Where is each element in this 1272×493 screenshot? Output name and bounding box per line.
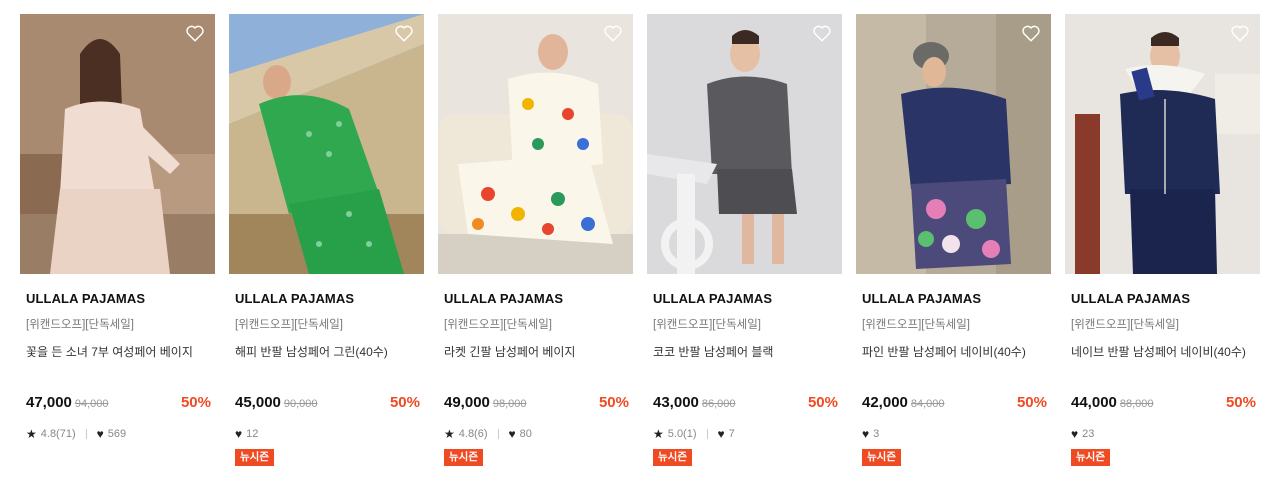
rating: 5.0(1) bbox=[667, 428, 697, 440]
product-card[interactable]: ULLALA PAJAMAS [위캔드오프][단독세일] 코코 반팔 남성페어 … bbox=[647, 14, 842, 466]
wishlist-heart-icon[interactable] bbox=[811, 22, 833, 44]
review-meta: ♥ 23 bbox=[1065, 427, 1260, 441]
promo-tags: [위캔드오프][단독세일] bbox=[444, 319, 552, 331]
heart-filled-icon: ♥ bbox=[235, 427, 243, 441]
heart-filled-icon: ♥ bbox=[862, 427, 870, 441]
rating: 4.8(71) bbox=[40, 428, 76, 440]
like-count: 569 bbox=[107, 428, 127, 440]
discount-rate: 50% bbox=[1225, 394, 1256, 411]
product-image[interactable] bbox=[856, 14, 1051, 274]
product-photo bbox=[1065, 14, 1260, 274]
product-card[interactable]: ULLALA PAJAMAS [위캔드오프][단독세일] 라켓 긴팔 남성페어 … bbox=[438, 14, 633, 466]
like-count: 12 bbox=[246, 428, 259, 440]
price-row: 49,000 98,000 50% bbox=[438, 394, 633, 411]
new-season-badge: 뉴시즌 bbox=[1071, 449, 1110, 466]
price-row: 45,000 90,000 50% bbox=[229, 394, 424, 411]
review-meta: ★ 4.8(6) ♥ 80 bbox=[438, 427, 633, 441]
promo-tags: [위캔드오프][단독세일] bbox=[235, 319, 343, 331]
heart-filled-icon: ♥ bbox=[1071, 427, 1079, 441]
price-row: 47,000 94,000 50% bbox=[20, 394, 215, 411]
product-photo bbox=[20, 14, 215, 274]
like-count: 7 bbox=[728, 428, 735, 440]
review-meta: ★ 5.0(1) ♥ 7 bbox=[647, 427, 842, 441]
brand-name[interactable]: ULLALA PAJAMAS bbox=[647, 291, 842, 306]
product-name[interactable]: 라켓 긴팔 남성페어 베이지 bbox=[438, 343, 633, 360]
new-season-badge: 뉴시즌 bbox=[444, 449, 483, 466]
original-price: 98,000 bbox=[492, 398, 527, 410]
sale-price: 43,000 bbox=[653, 394, 699, 411]
sale-price: 42,000 bbox=[862, 394, 908, 411]
discount-rate: 50% bbox=[1016, 394, 1047, 411]
product-card[interactable]: ULLALA PAJAMAS [위캔드오프][단독세일] 꽃을 든 소녀 7부 … bbox=[20, 14, 215, 466]
price-row: 44,000 88,000 50% bbox=[1065, 394, 1260, 411]
product-grid: ULLALA PAJAMAS [위캔드오프][단독세일] 꽃을 든 소녀 7부 … bbox=[20, 14, 1260, 466]
product-photo bbox=[647, 14, 842, 274]
brand-name[interactable]: ULLALA PAJAMAS bbox=[20, 291, 215, 306]
divider bbox=[706, 429, 708, 439]
sale-price: 49,000 bbox=[444, 394, 490, 411]
product-photo bbox=[438, 14, 633, 274]
brand-name[interactable]: ULLALA PAJAMAS bbox=[438, 291, 633, 306]
product-name[interactable]: 코코 반팔 남성페어 블랙 bbox=[647, 343, 842, 360]
original-price: 86,000 bbox=[701, 398, 736, 410]
brand-name[interactable]: ULLALA PAJAMAS bbox=[1065, 291, 1260, 306]
original-price: 88,000 bbox=[1119, 398, 1154, 410]
product-image[interactable] bbox=[1065, 14, 1260, 274]
like-count: 3 bbox=[873, 428, 880, 440]
new-season-badge: 뉴시즌 bbox=[862, 449, 901, 466]
product-name[interactable]: 네이브 반팔 남성페어 네이비(40수) bbox=[1065, 343, 1260, 360]
sale-price: 47,000 bbox=[26, 394, 72, 411]
brand-name[interactable]: ULLALA PAJAMAS bbox=[229, 291, 424, 306]
star-icon: ★ bbox=[653, 427, 664, 441]
promo-tags: [위캔드오프][단독세일] bbox=[26, 319, 134, 331]
sale-price: 44,000 bbox=[1071, 394, 1117, 411]
like-count: 23 bbox=[1082, 428, 1095, 440]
product-card[interactable]: ULLALA PAJAMAS [위캔드오프][단독세일] 해피 반팔 남성페어 … bbox=[229, 14, 424, 466]
product-name[interactable]: 파인 반팔 남성페어 네이비(40수) bbox=[856, 343, 1051, 360]
discount-rate: 50% bbox=[598, 394, 629, 411]
original-price: 94,000 bbox=[74, 398, 109, 410]
product-image[interactable] bbox=[229, 14, 424, 274]
product-name[interactable]: 꽃을 든 소녀 7부 여성페어 베이지 bbox=[20, 343, 215, 360]
product-image[interactable] bbox=[438, 14, 633, 274]
original-price: 90,000 bbox=[283, 398, 318, 410]
product-image[interactable] bbox=[20, 14, 215, 274]
new-season-badge: 뉴시즌 bbox=[653, 449, 692, 466]
review-meta: ♥ 12 bbox=[229, 427, 424, 441]
heart-filled-icon: ♥ bbox=[508, 427, 516, 441]
promo-tags: [위캔드오프][단독세일] bbox=[653, 319, 761, 331]
original-price: 84,000 bbox=[910, 398, 945, 410]
promo-tags: [위캔드오프][단독세일] bbox=[1071, 319, 1179, 331]
price-row: 42,000 84,000 50% bbox=[856, 394, 1051, 411]
new-season-badge: 뉴시즌 bbox=[235, 449, 274, 466]
promo-tags: [위캔드오프][단독세일] bbox=[862, 319, 970, 331]
product-photo bbox=[229, 14, 424, 274]
discount-rate: 50% bbox=[389, 394, 420, 411]
product-card[interactable]: ULLALA PAJAMAS [위캔드오프][단독세일] 파인 반팔 남성페어 … bbox=[856, 14, 1051, 466]
price-row: 43,000 86,000 50% bbox=[647, 394, 842, 411]
like-count: 80 bbox=[519, 428, 532, 440]
star-icon: ★ bbox=[26, 427, 37, 441]
brand-name[interactable]: ULLALA PAJAMAS bbox=[856, 291, 1051, 306]
sale-price: 45,000 bbox=[235, 394, 281, 411]
discount-rate: 50% bbox=[807, 394, 838, 411]
heart-filled-icon: ♥ bbox=[96, 427, 104, 441]
product-card[interactable]: ULLALA PAJAMAS [위캔드오프][단독세일] 네이브 반팔 남성페어… bbox=[1065, 14, 1260, 466]
discount-rate: 50% bbox=[180, 394, 211, 411]
wishlist-heart-icon[interactable] bbox=[602, 22, 624, 44]
review-meta: ★ 4.8(71) ♥ 569 bbox=[20, 427, 215, 441]
review-meta: ♥ 3 bbox=[856, 427, 1051, 441]
divider bbox=[497, 429, 499, 439]
star-icon: ★ bbox=[444, 427, 455, 441]
product-photo bbox=[856, 14, 1051, 274]
heart-filled-icon: ♥ bbox=[717, 427, 725, 441]
wishlist-heart-icon[interactable] bbox=[393, 22, 415, 44]
wishlist-heart-icon[interactable] bbox=[184, 22, 206, 44]
wishlist-heart-icon[interactable] bbox=[1229, 22, 1251, 44]
product-image[interactable] bbox=[647, 14, 842, 274]
wishlist-heart-icon[interactable] bbox=[1020, 22, 1042, 44]
rating: 4.8(6) bbox=[458, 428, 488, 440]
product-name[interactable]: 해피 반팔 남성페어 그린(40수) bbox=[229, 343, 424, 360]
divider bbox=[85, 429, 87, 439]
